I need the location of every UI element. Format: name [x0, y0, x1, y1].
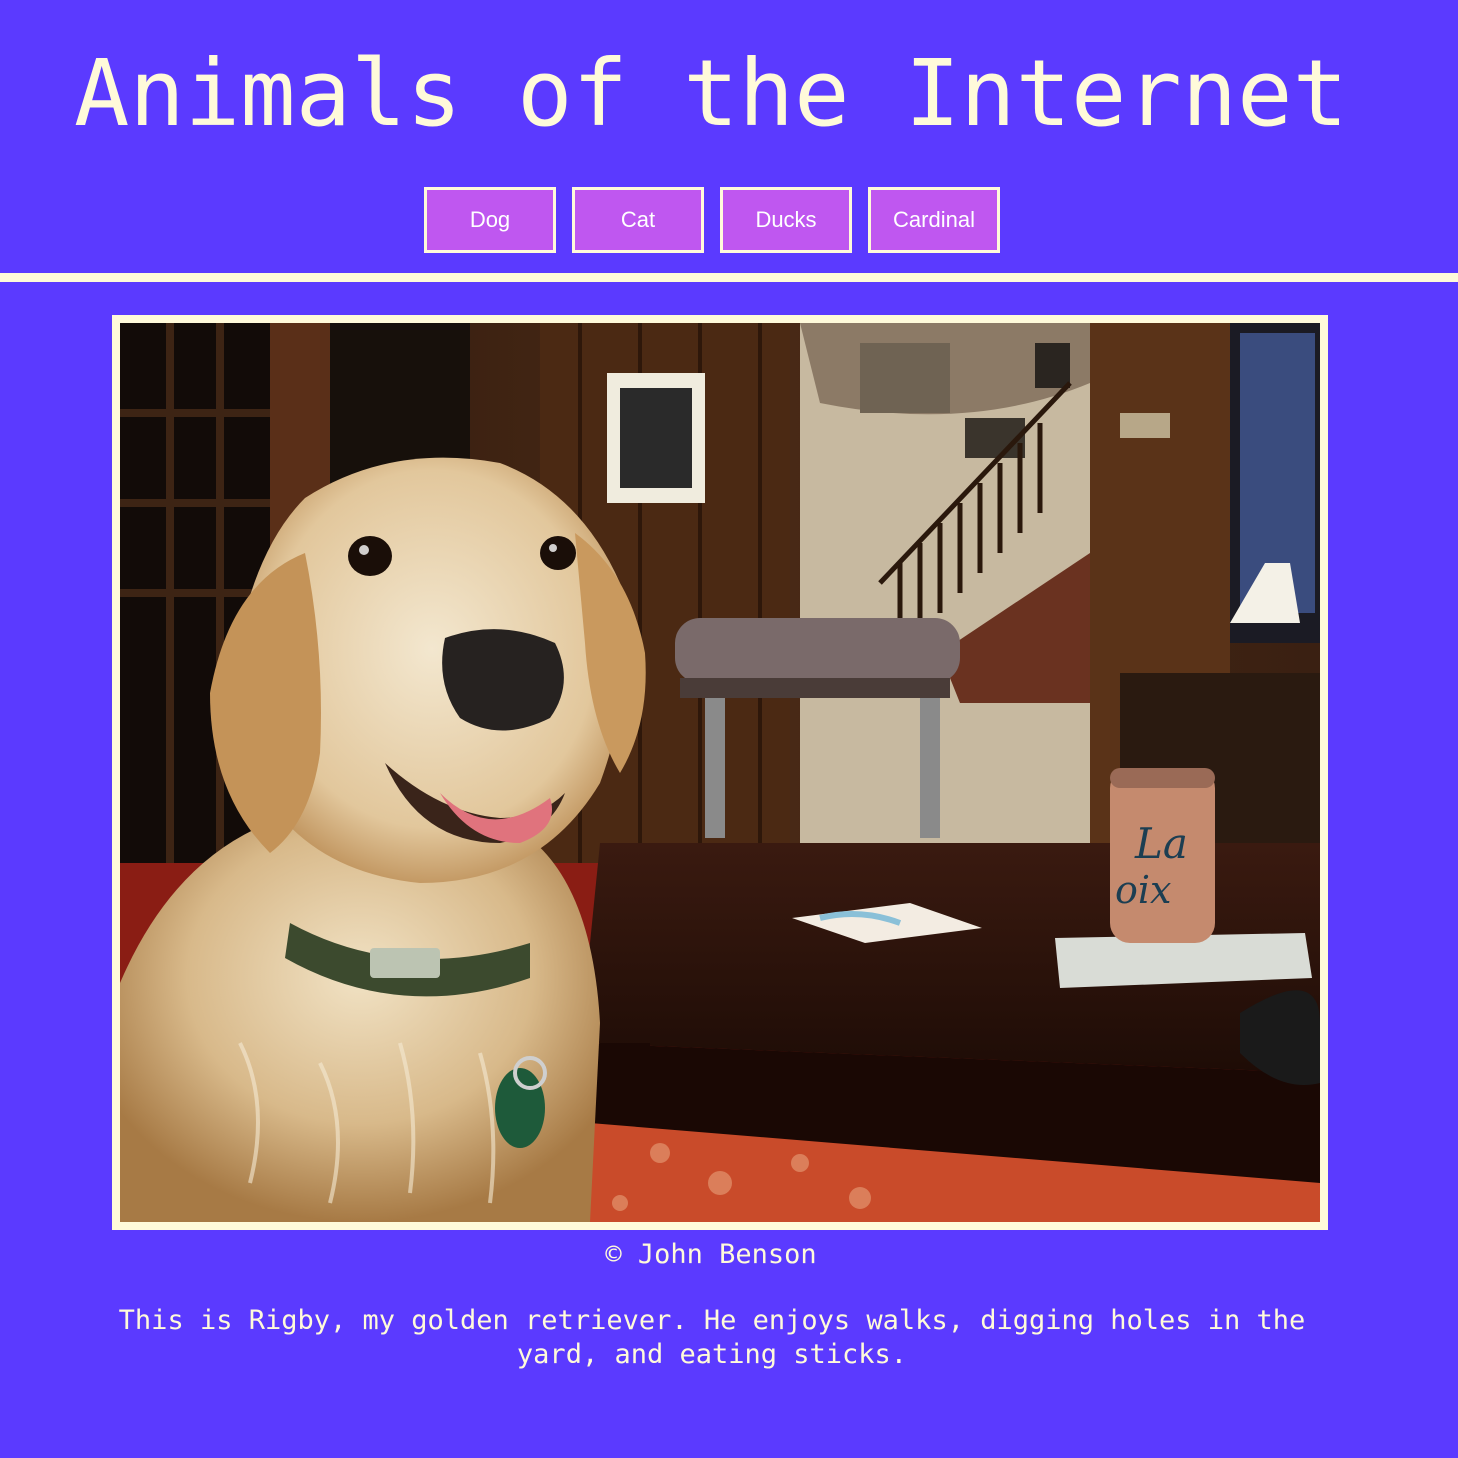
dog-photo-illustration: La oix: [120, 323, 1320, 1222]
svg-text:La: La: [1134, 819, 1188, 868]
dog-description: This is Rigby, my golden retriever. He e…: [118, 1305, 1306, 1370]
dog-button[interactable]: Dog: [424, 187, 556, 253]
photo-credit: © John Benson: [605, 1239, 817, 1270]
page-title: Animals of the Internet: [74, 40, 1348, 147]
svg-text:oix: oix: [1115, 868, 1171, 912]
dog-photo: La oix: [112, 315, 1328, 1230]
cardinal-button[interactable]: Cardinal: [868, 187, 1000, 253]
cat-button[interactable]: Cat: [572, 187, 704, 253]
animal-nav: Dog Cat Ducks Cardinal: [424, 187, 1000, 253]
header-divider: [0, 273, 1458, 282]
ducks-button[interactable]: Ducks: [720, 187, 852, 253]
